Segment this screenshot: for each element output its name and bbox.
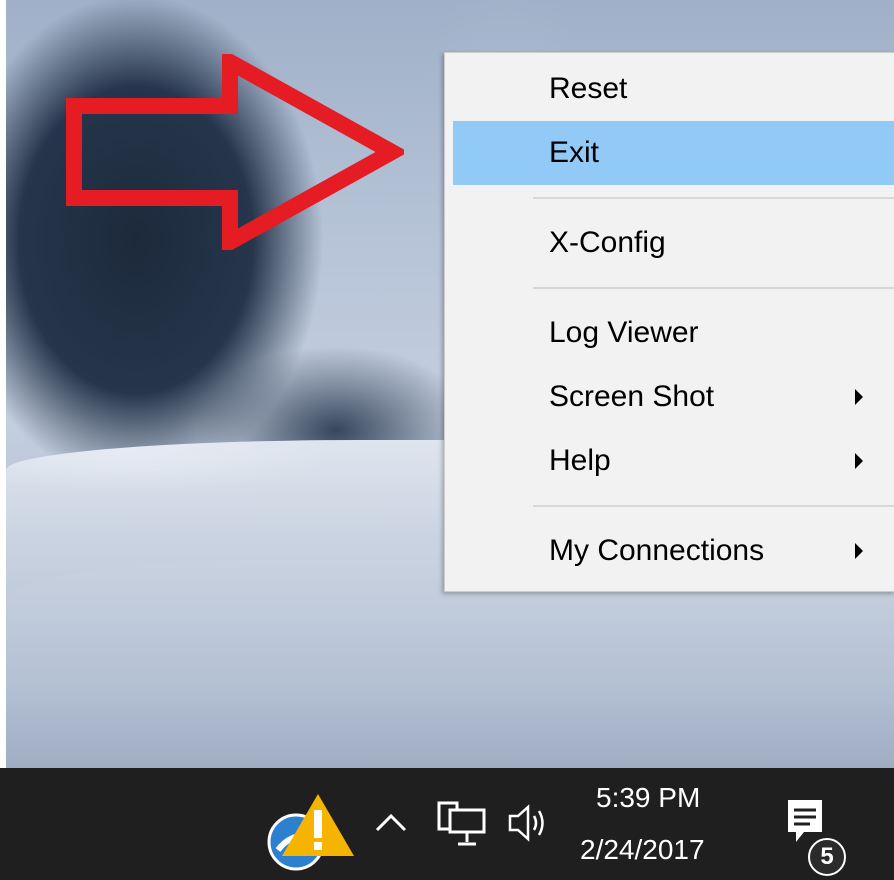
menu-item-reset[interactable]: Reset bbox=[453, 57, 894, 121]
menu-separator bbox=[533, 505, 894, 507]
menu-item-label: Log Viewer bbox=[549, 316, 699, 349]
submenu-arrow-icon bbox=[855, 389, 863, 405]
menu-item-label: Screen Shot bbox=[549, 380, 715, 413]
menu-item-log-viewer[interactable]: Log Viewer bbox=[453, 301, 894, 365]
chevron-up-icon[interactable] bbox=[374, 810, 408, 834]
submenu-arrow-icon bbox=[855, 543, 863, 559]
menu-item-label: X-Config bbox=[549, 226, 666, 259]
menu-item-screen-shot[interactable]: Screen Shot bbox=[453, 365, 894, 429]
clock-date[interactable]: 2/24/2017 bbox=[580, 834, 705, 866]
menu-separator bbox=[533, 197, 894, 199]
menu-item-label: Help bbox=[549, 444, 611, 477]
tray-context-menu: Reset Exit X-Config Log Viewer Screen Sh… bbox=[444, 52, 894, 592]
red-arrow-icon bbox=[66, 54, 404, 250]
menu-item-label: My Connections bbox=[549, 534, 765, 567]
menu-item-x-config[interactable]: X-Config bbox=[453, 211, 894, 275]
menu-separator bbox=[533, 287, 894, 289]
clock-time[interactable]: 5:39 PM bbox=[596, 782, 700, 814]
x-server-warning-icon[interactable] bbox=[266, 794, 356, 874]
menu-item-label: Reset bbox=[549, 72, 628, 105]
menu-item-my-connections[interactable]: My Connections bbox=[453, 519, 894, 583]
notification-count-badge: 5 bbox=[808, 838, 846, 876]
menu-item-label: Exit bbox=[549, 136, 600, 169]
submenu-arrow-icon bbox=[855, 453, 863, 469]
network-icon[interactable] bbox=[436, 800, 488, 848]
menu-item-help[interactable]: Help bbox=[453, 429, 894, 493]
menu-item-exit[interactable]: Exit bbox=[453, 121, 894, 185]
taskbar: 5:39 PM 2/24/2017 5 bbox=[0, 768, 894, 880]
volume-icon[interactable] bbox=[506, 802, 550, 844]
